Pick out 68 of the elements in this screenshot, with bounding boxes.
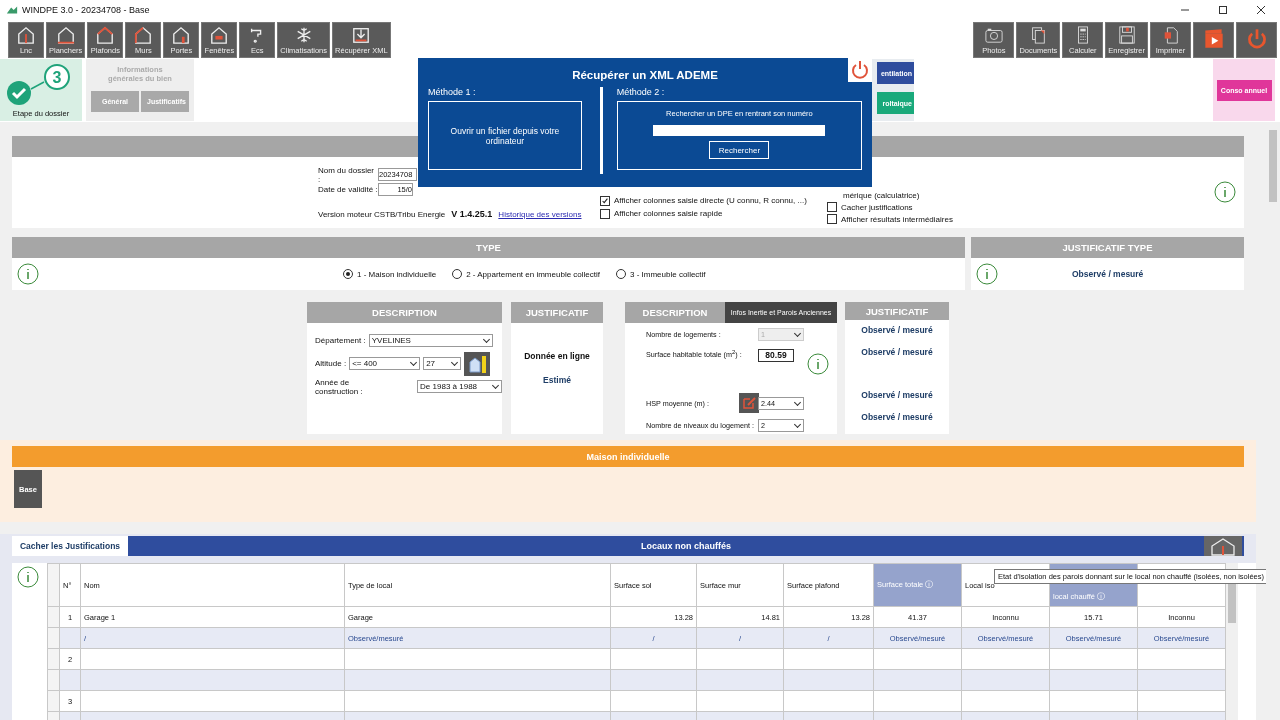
input-field[interactable]: 80.59 — [758, 349, 794, 362]
justification-value: Observé / mesuré — [861, 412, 933, 424]
dialog-title: Récupérer un XML ADEME — [571, 69, 719, 81]
field-label: Département : — [315, 336, 366, 345]
section-title: Locaux non chauffés — [641, 541, 731, 551]
justification-value: Observé / mesuré — [1072, 269, 1144, 279]
justification-value: Observé / mesuré — [861, 390, 933, 402]
field-label: Date de validité : — [318, 185, 378, 194]
justification-value: Observé / mesuré — [861, 325, 933, 337]
toolbar-button[interactable] — [1193, 22, 1234, 58]
method-label: Méthode 1 : — [428, 87, 477, 97]
house-icon — [15, 26, 37, 44]
field-label: Année de construction : — [315, 377, 364, 396]
info-icon[interactable] — [807, 353, 829, 375]
version-number: V 1.4.25.1 — [451, 209, 493, 219]
radio-button[interactable] — [616, 269, 626, 279]
justification-value: Observé / mesuré — [861, 347, 933, 359]
option-label: Cacher justifications — [841, 202, 913, 212]
info-icon[interactable] — [17, 263, 39, 285]
field-label: Altitude : — [315, 359, 347, 368]
section-header: JUSTIFICATIF — [845, 302, 949, 320]
open-file-button[interactable]: Ouvrir un fichier depuis votre ordinateur — [428, 101, 582, 170]
house-icon[interactable] — [1204, 536, 1242, 556]
dropdown[interactable]: 27 — [423, 357, 462, 370]
radio-label: 3 - Immeuble collectif — [630, 269, 706, 279]
section-header: Maison individuelle — [12, 446, 1244, 467]
field-label: Nom du dossier : — [318, 165, 376, 184]
scrollbar[interactable] — [1226, 563, 1238, 720]
method-label: Méthode 2 : — [616, 87, 666, 97]
info-icon[interactable] — [976, 263, 998, 285]
building-ruler-icon[interactable] — [464, 351, 491, 376]
app-logo-icon — [6, 5, 18, 15]
section-header: DESCRIPTION — [307, 302, 502, 323]
dropdown[interactable]: De 1983 à 1988 — [417, 380, 502, 393]
version-label: Version moteur CSTB/Tribu Energie — [318, 209, 446, 219]
checkbox[interactable] — [827, 202, 837, 212]
camera-icon — [982, 26, 1005, 44]
step-number: 3 — [51, 69, 63, 87]
window-title: WINDPE 3.0 - 20234708 - Base — [22, 5, 150, 15]
history-link[interactable]: Historique des versions — [498, 209, 582, 219]
dropdown[interactable]: <= 400 — [349, 357, 421, 370]
radio-button[interactable] — [343, 269, 353, 279]
option-label: Afficher colonnes saisie rapide — [614, 209, 723, 218]
radio-button[interactable] — [452, 269, 463, 279]
radio-label: 1 - Maison individuelle — [357, 269, 437, 279]
power-icon[interactable] — [848, 58, 872, 82]
option-label: Afficher résultats intermédiaires — [841, 214, 953, 224]
justification-value: Donnée en ligne — [524, 351, 590, 361]
option-label: mérique (calculatrice) — [843, 190, 920, 200]
info-icon[interactable] — [1214, 181, 1236, 203]
checkbox[interactable] — [600, 195, 610, 206]
search-button[interactable]: Rechercher — [709, 141, 770, 159]
info-icon[interactable] — [17, 566, 39, 588]
section-header: JUSTIFICATIF TYPE — [971, 237, 1244, 258]
checkbox[interactable] — [600, 208, 610, 219]
dropdown[interactable]: YVELINES — [368, 334, 493, 347]
section-header: JUSTIFICATIF — [511, 302, 603, 323]
hide-justifications-tab[interactable]: Cacher les Justifications — [12, 536, 128, 556]
maximize-icon[interactable] — [1218, 5, 1228, 15]
section-header: DESCRIPTION — [625, 302, 725, 323]
checkbox[interactable] — [827, 214, 837, 224]
option-label: Afficher colonnes saisie directe (U connu, R connu, ...) — [614, 196, 807, 205]
dpe-number-field[interactable] — [653, 125, 826, 136]
close-icon[interactable] — [1256, 5, 1266, 15]
radio-label: 2 - Appartement en immeuble collectif — [466, 269, 600, 279]
edit-icon[interactable] — [739, 393, 759, 413]
section-header: TYPE — [12, 237, 965, 258]
justification-value: Estimé — [543, 375, 571, 385]
